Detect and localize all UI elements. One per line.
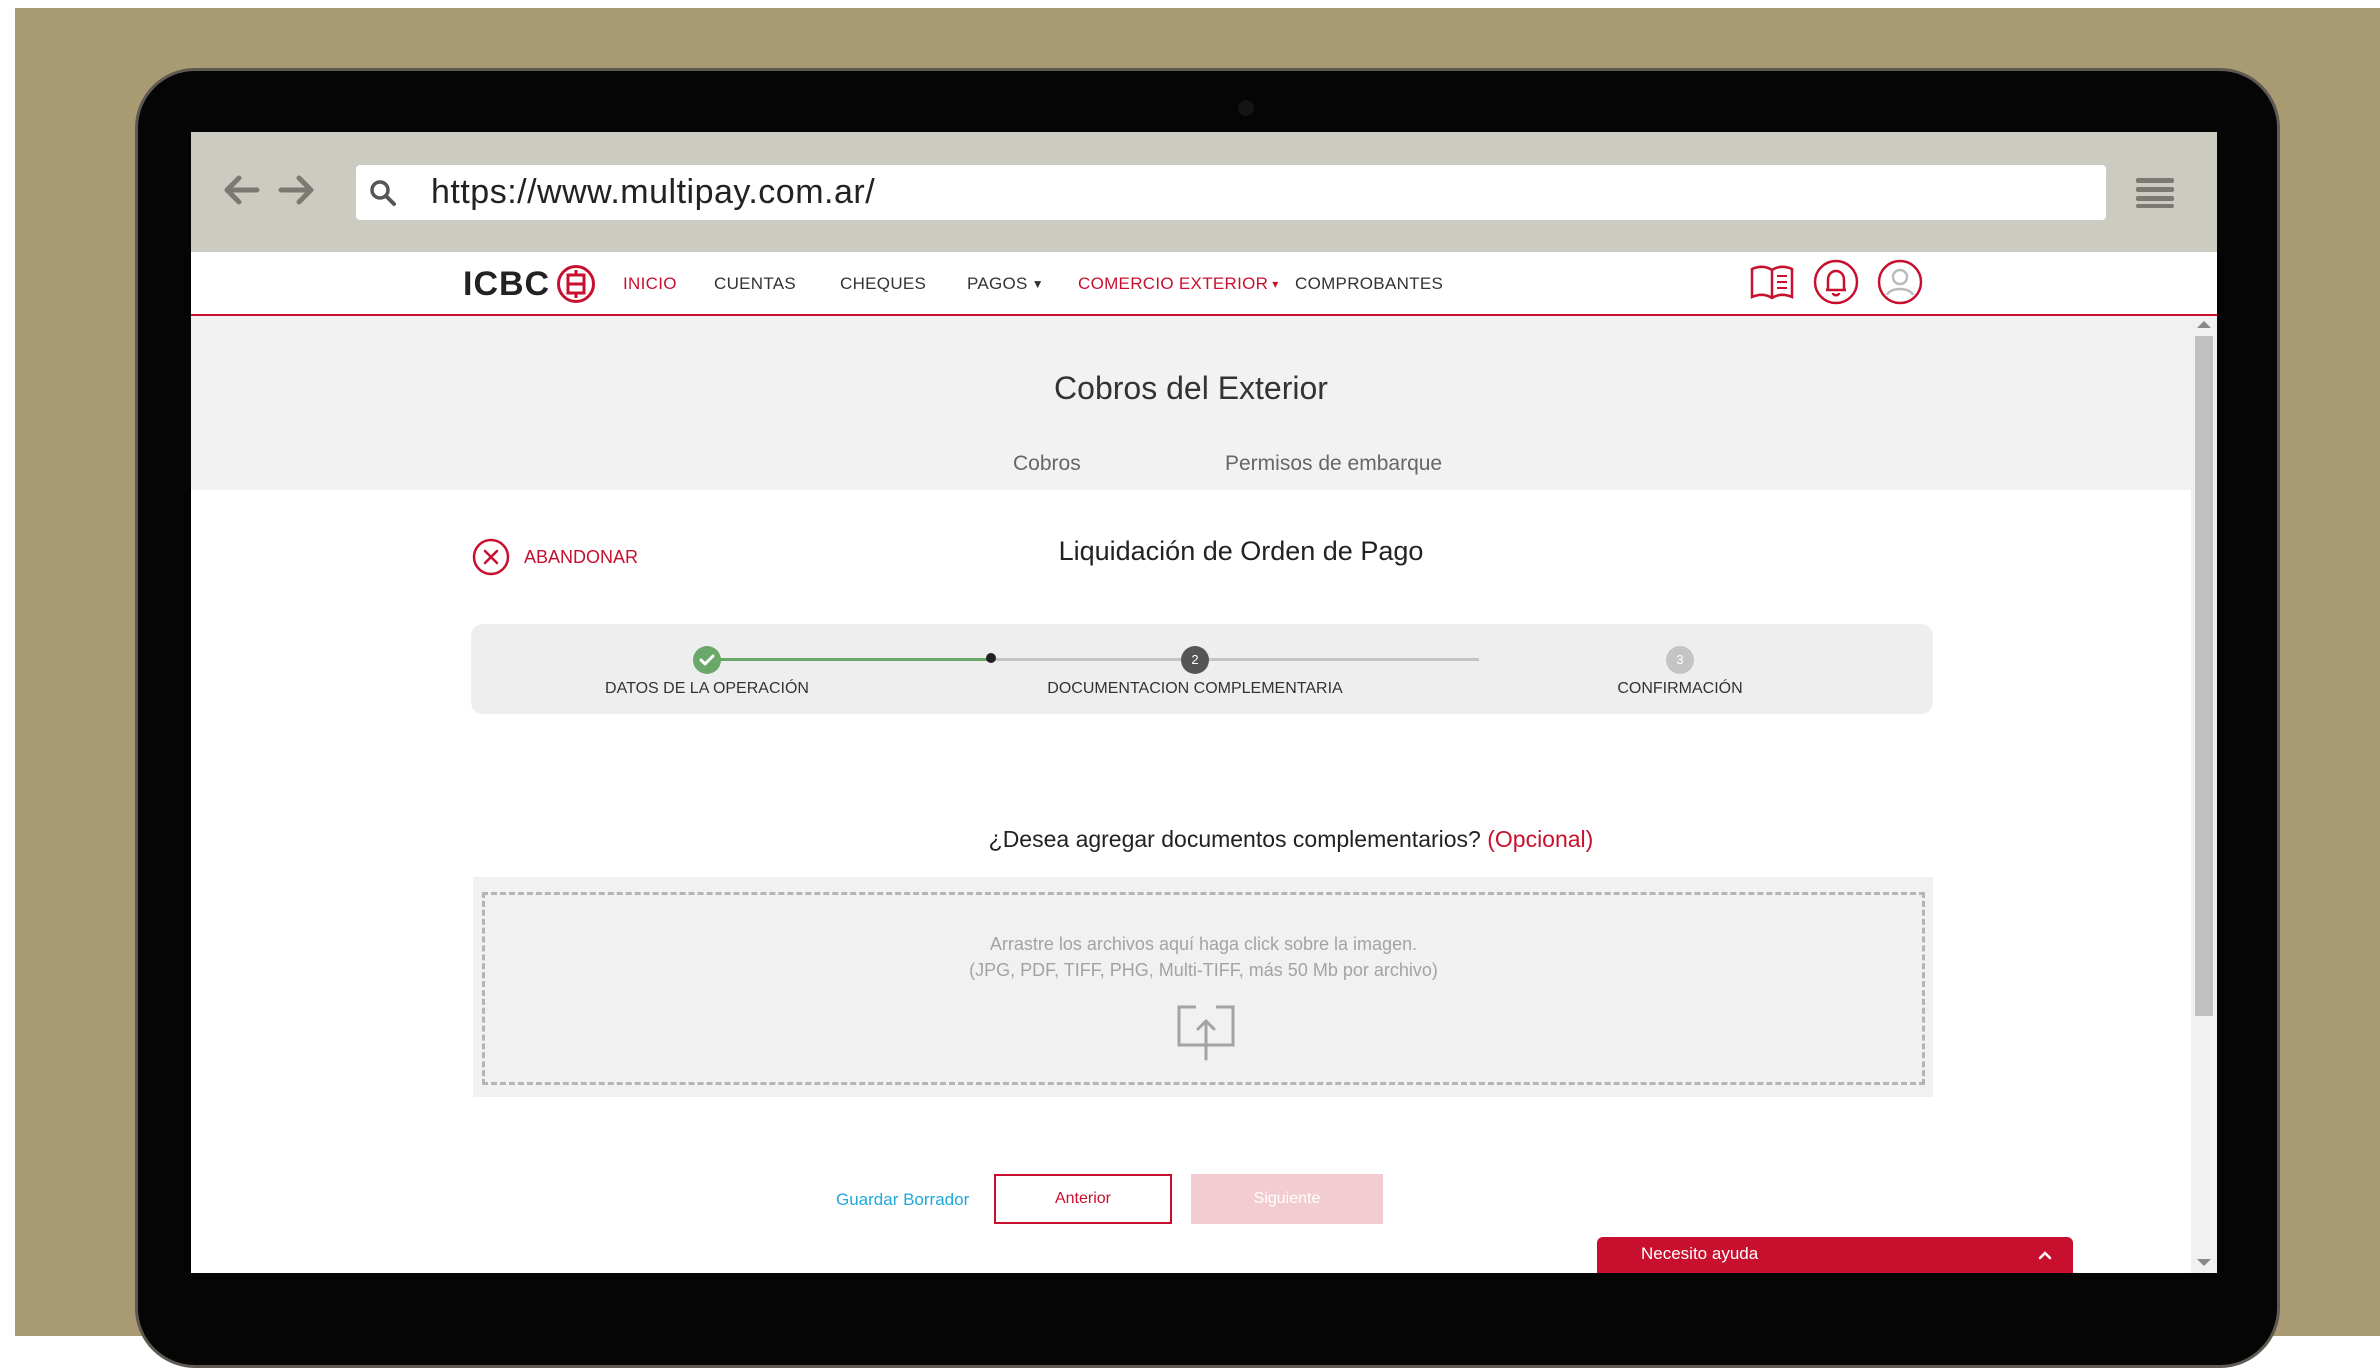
optional-label: (Opcional) [1487,826,1594,852]
caret-down-icon: ▼ [1031,277,1044,291]
user-icon[interactable] [1877,259,1923,305]
url-text: https://www.multipay.com.ar/ [431,173,876,211]
camera-icon [1238,100,1254,116]
help-widget[interactable]: Necesito ayuda [1597,1237,2073,1273]
logo-text: ICBC [463,264,551,303]
progress-marker [986,653,996,663]
upload-question-text: ¿Desea agregar documentos complementario… [988,826,1481,852]
step-2-label: DOCUMENTACION COMPLEMENTARIA [1047,680,1343,697]
upload-question: ¿Desea agregar documentos complementario… [191,826,2191,853]
step-3-label: CONFIRMACIÓN [1617,680,1743,697]
file-dropzone: Arrastre los archivos aquí haga click so… [473,877,1933,1097]
search-icon [370,180,396,206]
dropzone-area[interactable]: Arrastre los archivos aquí haga click so… [482,892,1925,1085]
nav-item-pagos[interactable]: PAGOS ▼ [967,274,1044,294]
progress-stepper: 2 3 DATOS DE LA OPERACIÓN DOCUMENTACION … [471,624,1933,714]
tab-cobros[interactable]: Cobros [1013,452,1081,476]
step-1-label: DATOS DE LA OPERACIÓN [605,680,809,697]
browser-toolbar: https://www.multipay.com.ar/ [191,132,2217,252]
nav-item-inicio[interactable]: INICIO [623,274,677,294]
back-arrow-icon[interactable] [219,168,263,212]
page-title: Cobros del Exterior [1054,370,1328,406]
page-header: Cobros del Exterior Cobros Permisos de e… [191,316,2191,490]
step-3-badge: 3 [1666,646,1694,674]
bell-icon[interactable] [1813,259,1859,305]
site-navigation: ICBC INICIO CUENTAS CHEQUES PAGOS ▼ COMER… [191,252,2217,316]
step-line-completed [707,658,995,661]
next-button[interactable]: Siguiente [1191,1174,1383,1224]
icbc-logo[interactable]: ICBC [463,262,596,306]
dropzone-hint: Arrastre los archivos aquí haga click so… [989,934,1418,954]
scroll-thumb[interactable] [2195,336,2213,1016]
address-bar[interactable]: https://www.multipay.com.ar/ [356,165,2106,220]
form-title: Liquidación de Orden de Pago [1058,536,1424,566]
step-1-check-icon [693,646,721,674]
page-content: Cobros del Exterior Cobros Permisos de e… [191,316,2191,1273]
nav-item-cheques[interactable]: CHEQUES [840,274,926,294]
browser-window: https://www.multipay.com.ar/ ICBC INICIO… [191,132,2217,1273]
step-line-pending [995,658,1479,661]
tab-permisos-de-embarque[interactable]: Permisos de embarque [1225,452,1442,476]
nav-item-cuentas[interactable]: CUENTAS [714,274,796,294]
nav-item-comprobantes[interactable]: COMPROBANTES [1295,274,1443,294]
vertical-scrollbar[interactable] [2191,316,2217,1273]
upload-icon[interactable] [1176,1001,1236,1061]
help-label: Necesito ayuda [1641,1244,1759,1263]
nav-item-comercio-exterior-label: COMERCIO EXTERIOR [1078,274,1269,293]
nav-item-comercio-exterior[interactable]: COMERCIO EXTERIOR ▾ [1078,274,1279,294]
caret-down-icon: ▾ [1272,277,1279,291]
nav-item-pagos-label: PAGOS [967,274,1028,293]
save-draft-button[interactable]: Guardar Borrador [836,1190,969,1210]
step-2-badge: 2 [1181,646,1209,674]
menu-icon[interactable] [2136,176,2174,208]
scroll-up-icon[interactable] [2197,321,2211,328]
previous-button[interactable]: Anterior [994,1174,1172,1224]
book-icon[interactable] [1749,259,1795,305]
icbc-logo-mark-icon [557,265,596,303]
scroll-down-icon[interactable] [2197,1259,2211,1266]
dropzone-formats: (JPG, PDF, TIFF, PHG, Multi-TIFF, más 50… [969,960,1438,980]
forward-arrow-icon[interactable] [275,168,319,212]
chevron-up-icon [2038,1251,2052,1260]
